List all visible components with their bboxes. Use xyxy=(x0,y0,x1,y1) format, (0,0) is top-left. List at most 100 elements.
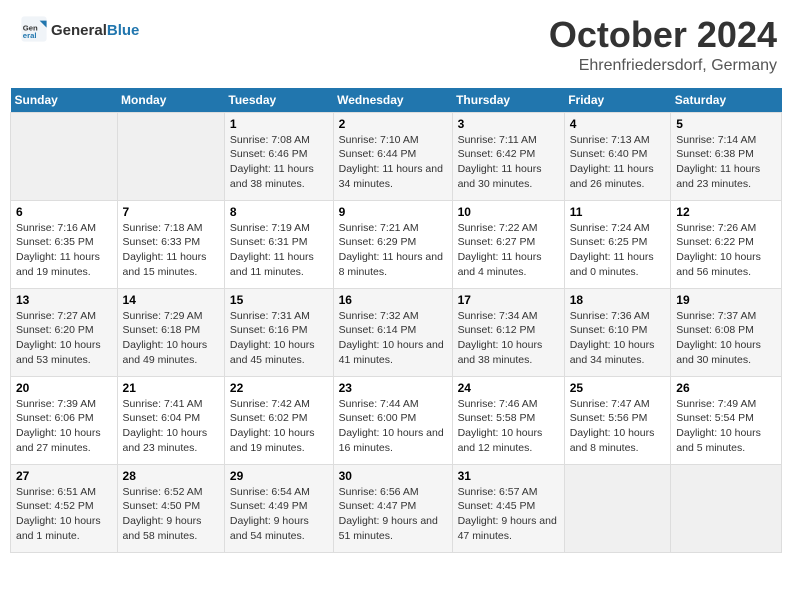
day-number: 1 xyxy=(230,117,328,131)
cell-text: Sunrise: 7:41 AM Sunset: 6:04 PM Dayligh… xyxy=(123,397,219,456)
cell-text: Sunrise: 7:22 AM Sunset: 6:27 PM Dayligh… xyxy=(458,221,559,280)
calendar-cell: 22 Sunrise: 7:42 AM Sunset: 6:02 PM Dayli… xyxy=(224,376,333,464)
cell-text: Sunrise: 7:46 AM Sunset: 5:58 PM Dayligh… xyxy=(458,397,559,456)
calendar-cell: 9 Sunrise: 7:21 AM Sunset: 6:29 PM Daylig… xyxy=(333,200,452,288)
day-number: 13 xyxy=(16,293,112,307)
day-number: 24 xyxy=(458,381,559,395)
cell-text: Sunrise: 7:26 AM Sunset: 6:22 PM Dayligh… xyxy=(676,221,776,280)
calendar-cell: 1 Sunrise: 7:08 AM Sunset: 6:46 PM Daylig… xyxy=(224,112,333,200)
cell-text: Sunrise: 7:27 AM Sunset: 6:20 PM Dayligh… xyxy=(16,309,112,368)
day-number: 14 xyxy=(123,293,219,307)
day-number: 10 xyxy=(458,205,559,219)
calendar-cell: 16 Sunrise: 7:32 AM Sunset: 6:14 PM Dayli… xyxy=(333,288,452,376)
calendar-cell: 13 Sunrise: 7:27 AM Sunset: 6:20 PM Dayli… xyxy=(11,288,118,376)
cell-text: Sunrise: 7:18 AM Sunset: 6:33 PM Dayligh… xyxy=(123,221,219,280)
day-number: 9 xyxy=(339,205,447,219)
cell-text: Sunrise: 7:32 AM Sunset: 6:14 PM Dayligh… xyxy=(339,309,447,368)
calendar-cell: 14 Sunrise: 7:29 AM Sunset: 6:18 PM Dayli… xyxy=(117,288,224,376)
day-number: 23 xyxy=(339,381,447,395)
day-number: 22 xyxy=(230,381,328,395)
cell-text: Sunrise: 7:10 AM Sunset: 6:44 PM Dayligh… xyxy=(339,133,447,192)
cell-text: Sunrise: 7:14 AM Sunset: 6:38 PM Dayligh… xyxy=(676,133,776,192)
weekday-header-saturday: Saturday xyxy=(671,88,782,113)
weekday-header-friday: Friday xyxy=(564,88,671,113)
day-number: 16 xyxy=(339,293,447,307)
cell-text: Sunrise: 7:24 AM Sunset: 6:25 PM Dayligh… xyxy=(570,221,666,280)
calendar-cell xyxy=(11,112,118,200)
weekday-header-sunday: Sunday xyxy=(11,88,118,113)
calendar-cell: 20 Sunrise: 7:39 AM Sunset: 6:06 PM Dayli… xyxy=(11,376,118,464)
calendar-cell: 31 Sunrise: 6:57 AM Sunset: 4:45 PM Dayli… xyxy=(452,464,564,552)
title-area: October 2024 Ehrenfriedersdorf, Germany xyxy=(549,15,777,75)
calendar-cell: 17Sunrise: 7:34 AM Sunset: 6:12 PM Dayli… xyxy=(452,288,564,376)
calendar-cell: 28 Sunrise: 6:52 AM Sunset: 4:50 PM Dayli… xyxy=(117,464,224,552)
day-number: 15 xyxy=(230,293,328,307)
cell-text: Sunrise: 7:21 AM Sunset: 6:29 PM Dayligh… xyxy=(339,221,447,280)
day-number: 18 xyxy=(570,293,666,307)
day-number: 7 xyxy=(123,205,219,219)
cell-text: Sunrise: 7:29 AM Sunset: 6:18 PM Dayligh… xyxy=(123,309,219,368)
cell-text: Sunrise: 6:56 AM Sunset: 4:47 PM Dayligh… xyxy=(339,485,447,544)
day-number: 3 xyxy=(458,117,559,131)
day-number: 5 xyxy=(676,117,776,131)
day-number: 20 xyxy=(16,381,112,395)
cell-text: Sunrise: 6:52 AM Sunset: 4:50 PM Dayligh… xyxy=(123,485,219,544)
calendar-table: SundayMondayTuesdayWednesdayThursdayFrid… xyxy=(10,88,782,553)
calendar-cell xyxy=(671,464,782,552)
cell-text: Sunrise: 6:51 AM Sunset: 4:52 PM Dayligh… xyxy=(16,485,112,544)
logo: Gen eral GeneralBlue xyxy=(20,15,139,43)
weekday-header-tuesday: Tuesday xyxy=(224,88,333,113)
logo-general-text: GeneralBlue xyxy=(51,19,139,40)
day-number: 28 xyxy=(123,469,219,483)
day-number: 4 xyxy=(570,117,666,131)
day-number: 21 xyxy=(123,381,219,395)
day-number: 27 xyxy=(16,469,112,483)
cell-text: Sunrise: 7:08 AM Sunset: 6:46 PM Dayligh… xyxy=(230,133,328,192)
calendar-week-3: 13 Sunrise: 7:27 AM Sunset: 6:20 PM Dayli… xyxy=(11,288,782,376)
calendar-cell: 19Sunrise: 7:37 AM Sunset: 6:08 PM Dayli… xyxy=(671,288,782,376)
calendar-cell: 23 Sunrise: 7:44 AM Sunset: 6:00 PM Dayli… xyxy=(333,376,452,464)
day-number: 8 xyxy=(230,205,328,219)
calendar-cell: 10 Sunrise: 7:22 AM Sunset: 6:27 PM Dayli… xyxy=(452,200,564,288)
calendar-cell: 3Sunrise: 7:11 AM Sunset: 6:42 PM Daylig… xyxy=(452,112,564,200)
location-title: Ehrenfriedersdorf, Germany xyxy=(549,57,777,75)
calendar-cell xyxy=(564,464,671,552)
cell-text: Sunrise: 7:44 AM Sunset: 6:00 PM Dayligh… xyxy=(339,397,447,456)
calendar-week-2: 6 Sunrise: 7:16 AM Sunset: 6:35 PM Daylig… xyxy=(11,200,782,288)
day-number: 12 xyxy=(676,205,776,219)
day-number: 31 xyxy=(458,469,559,483)
calendar-cell: 26 Sunrise: 7:49 AM Sunset: 5:54 PM Dayli… xyxy=(671,376,782,464)
cell-text: Sunrise: 7:42 AM Sunset: 6:02 PM Dayligh… xyxy=(230,397,328,456)
month-title: October 2024 xyxy=(549,15,777,55)
calendar-cell: 4 Sunrise: 7:13 AM Sunset: 6:40 PM Daylig… xyxy=(564,112,671,200)
calendar-cell: 7 Sunrise: 7:18 AM Sunset: 6:33 PM Daylig… xyxy=(117,200,224,288)
logo-icon: Gen eral xyxy=(20,15,48,43)
day-number: 29 xyxy=(230,469,328,483)
calendar-cell: 18Sunrise: 7:36 AM Sunset: 6:10 PM Dayli… xyxy=(564,288,671,376)
page-header: Gen eral GeneralBlue October 2024 Ehrenf… xyxy=(10,10,782,80)
day-number: 30 xyxy=(339,469,447,483)
day-number: 6 xyxy=(16,205,112,219)
calendar-cell: 8Sunrise: 7:19 AM Sunset: 6:31 PM Daylig… xyxy=(224,200,333,288)
calendar-cell: 25Sunrise: 7:47 AM Sunset: 5:56 PM Dayli… xyxy=(564,376,671,464)
calendar-cell: 6 Sunrise: 7:16 AM Sunset: 6:35 PM Daylig… xyxy=(11,200,118,288)
svg-text:eral: eral xyxy=(23,31,37,40)
calendar-week-1: 1 Sunrise: 7:08 AM Sunset: 6:46 PM Daylig… xyxy=(11,112,782,200)
calendar-cell: 11Sunrise: 7:24 AM Sunset: 6:25 PM Dayli… xyxy=(564,200,671,288)
weekday-header-row: SundayMondayTuesdayWednesdayThursdayFrid… xyxy=(11,88,782,113)
calendar-cell: 12 Sunrise: 7:26 AM Sunset: 6:22 PM Dayli… xyxy=(671,200,782,288)
weekday-header-monday: Monday xyxy=(117,88,224,113)
cell-text: Sunrise: 6:57 AM Sunset: 4:45 PM Dayligh… xyxy=(458,485,559,544)
cell-text: Sunrise: 7:49 AM Sunset: 5:54 PM Dayligh… xyxy=(676,397,776,456)
day-number: 26 xyxy=(676,381,776,395)
weekday-header-thursday: Thursday xyxy=(452,88,564,113)
calendar-week-5: 27 Sunrise: 6:51 AM Sunset: 4:52 PM Dayli… xyxy=(11,464,782,552)
calendar-cell: 27 Sunrise: 6:51 AM Sunset: 4:52 PM Dayli… xyxy=(11,464,118,552)
calendar-cell: 30 Sunrise: 6:56 AM Sunset: 4:47 PM Dayli… xyxy=(333,464,452,552)
cell-text: Sunrise: 7:16 AM Sunset: 6:35 PM Dayligh… xyxy=(16,221,112,280)
cell-text: Sunrise: 7:39 AM Sunset: 6:06 PM Dayligh… xyxy=(16,397,112,456)
cell-text: Sunrise: 7:37 AM Sunset: 6:08 PM Dayligh… xyxy=(676,309,776,368)
cell-text: Sunrise: 6:54 AM Sunset: 4:49 PM Dayligh… xyxy=(230,485,328,544)
cell-text: Sunrise: 7:13 AM Sunset: 6:40 PM Dayligh… xyxy=(570,133,666,192)
calendar-cell: 29 Sunrise: 6:54 AM Sunset: 4:49 PM Dayli… xyxy=(224,464,333,552)
